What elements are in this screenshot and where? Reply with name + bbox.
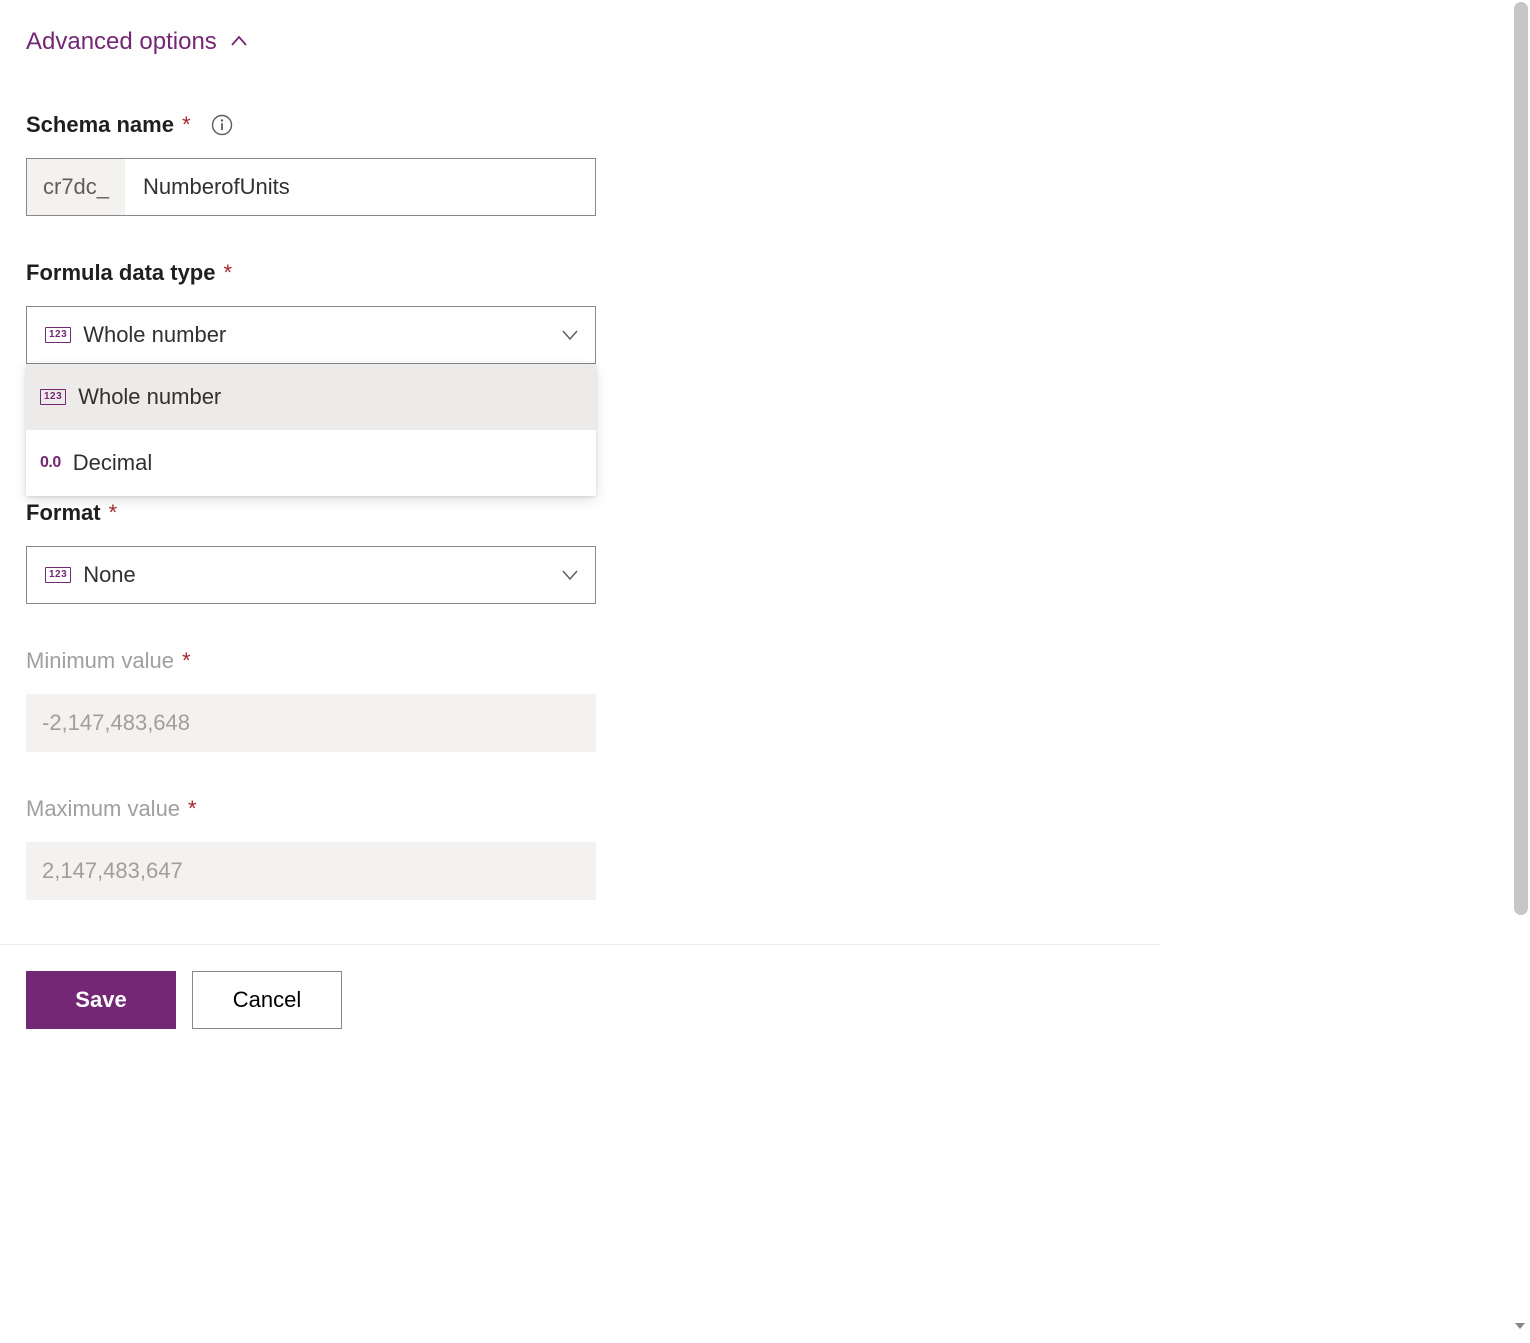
scroll-thumb[interactable] [1514, 2, 1528, 915]
required-star: * [182, 112, 191, 138]
whole-number-icon: 123 [45, 567, 71, 583]
whole-number-icon: 123 [40, 389, 66, 405]
schema-name-label: Schema name * [26, 112, 1134, 138]
required-star: * [182, 648, 191, 674]
minimum-value-label: Minimum value * [26, 648, 1134, 674]
chevron-down-icon [559, 564, 581, 586]
option-label: Whole number [78, 384, 221, 410]
save-button[interactable]: Save [26, 971, 176, 1029]
formula-data-type-value: Whole number [83, 322, 547, 348]
schema-prefix: cr7dc_ [27, 159, 125, 215]
option-decimal[interactable]: 0.0 Decimal [26, 430, 596, 496]
cancel-button[interactable]: Cancel [192, 971, 342, 1029]
vertical-scrollbar[interactable] [1510, 0, 1530, 1343]
footer-divider [0, 944, 1160, 945]
formula-data-type-dropdown: 123 Whole number 0.0 Decimal [26, 364, 596, 496]
info-icon[interactable] [211, 114, 233, 136]
schema-name-input-wrapper: cr7dc_ [26, 158, 596, 216]
maximum-value-input[interactable] [26, 842, 596, 900]
required-star: * [109, 500, 118, 526]
option-whole-number[interactable]: 123 Whole number [26, 364, 596, 430]
decimal-icon: 0.0 [40, 454, 61, 472]
whole-number-icon: 123 [45, 327, 71, 343]
maximum-value-label: Maximum value * [26, 796, 1134, 822]
scroll-arrow-down-icon[interactable] [1513, 1316, 1527, 1339]
formula-data-type-select[interactable]: 123 Whole number [26, 306, 596, 364]
format-value: None [83, 562, 547, 588]
schema-name-input[interactable] [125, 159, 595, 215]
minimum-value-input[interactable] [26, 694, 596, 752]
required-star: * [223, 260, 232, 286]
formula-data-type-label: Formula data type * [26, 260, 1134, 286]
chevron-up-icon [229, 32, 249, 52]
advanced-options-label: Advanced options [26, 28, 217, 56]
format-label: Format * [26, 500, 1134, 526]
option-label: Decimal [73, 450, 152, 476]
format-select[interactable]: 123 None [26, 546, 596, 604]
chevron-down-icon [559, 324, 581, 346]
advanced-options-toggle[interactable]: Advanced options [26, 28, 249, 56]
required-star: * [188, 796, 197, 822]
